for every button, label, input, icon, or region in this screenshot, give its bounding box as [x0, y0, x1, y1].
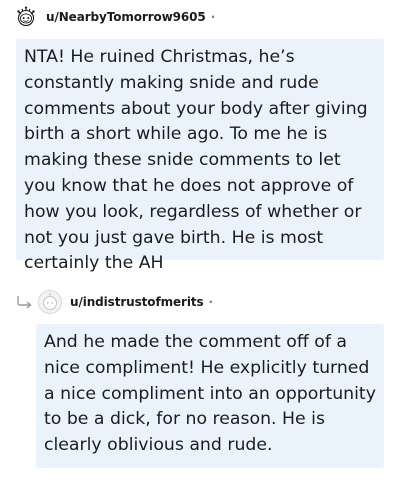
snoo-avatar-icon[interactable]: [14, 5, 38, 29]
comment-2-header: u/indistrustofmerits ·: [14, 289, 213, 315]
comment-username[interactable]: u/indistrustofmerits: [70, 295, 204, 309]
comment-username[interactable]: u/NearbyTomorrow9605: [46, 10, 206, 24]
comment-1-body: NTA! He ruined Christmas, he’s constantl…: [16, 39, 384, 273]
comment-2-body: And he made the comment off of a nice co…: [36, 324, 384, 468]
comment-1-header: u/NearbyTomorrow9605 ·: [14, 4, 215, 30]
reply-arrow-icon: [14, 290, 36, 314]
default-avatar-icon[interactable]: [38, 290, 62, 314]
meta-separator: ·: [210, 10, 216, 24]
meta-separator: ·: [208, 295, 214, 309]
